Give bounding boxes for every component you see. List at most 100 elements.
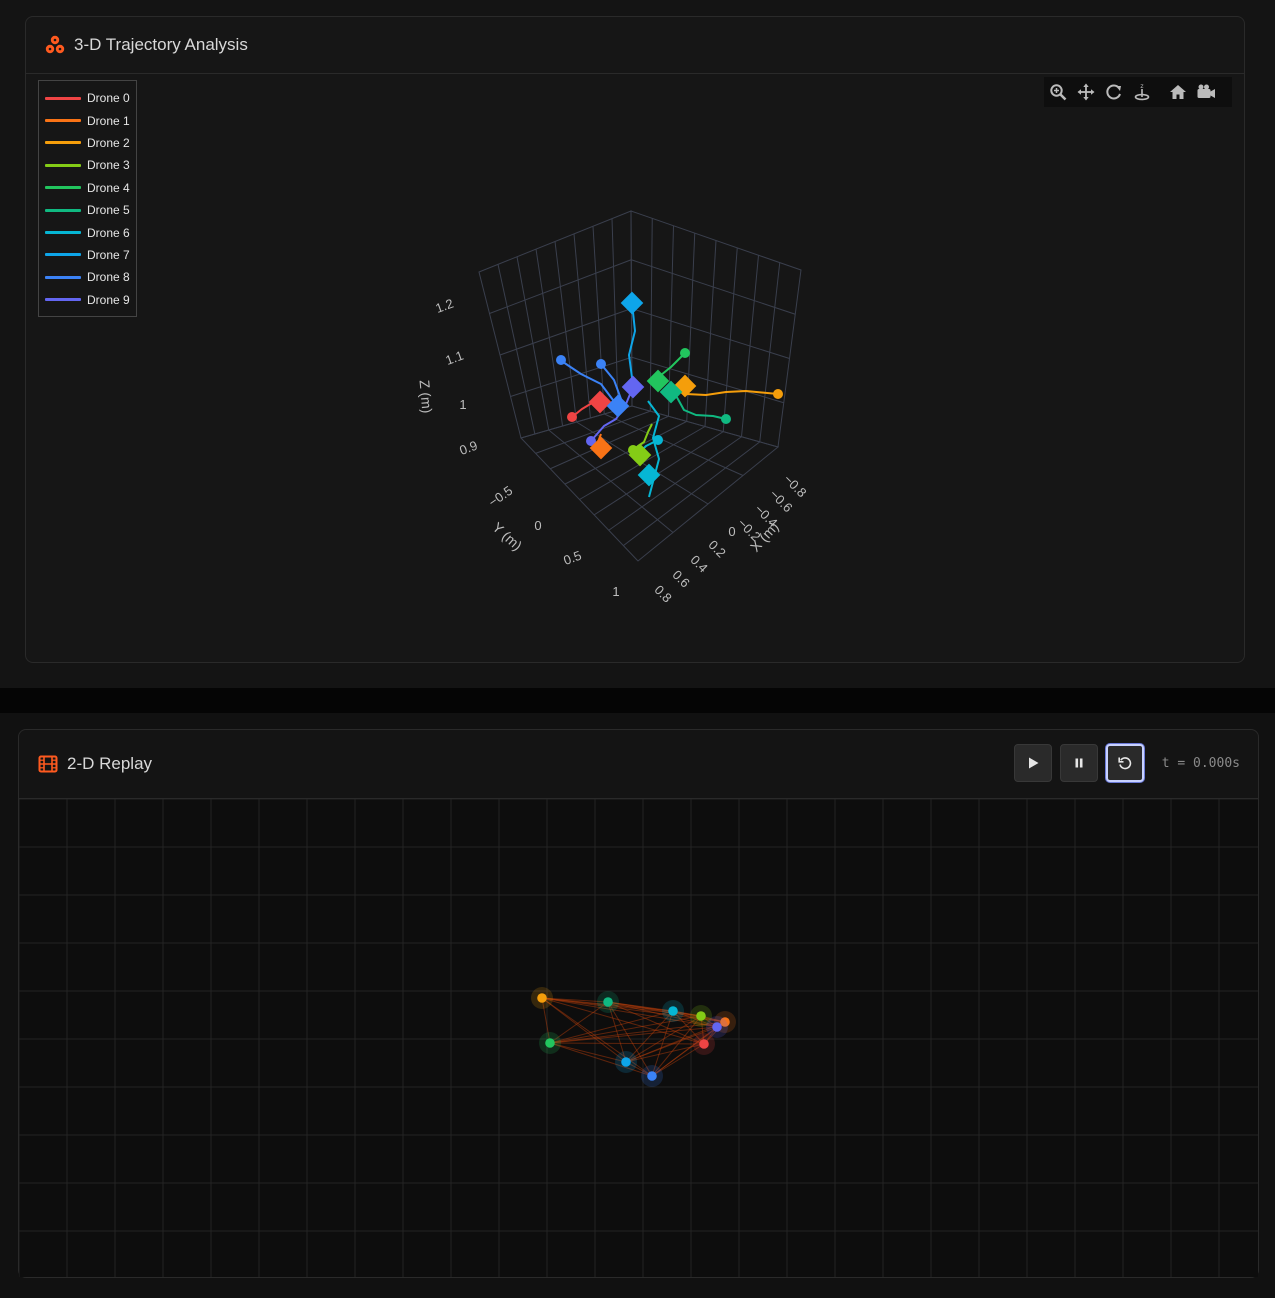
grid-line bbox=[499, 308, 632, 356]
legend-swatch bbox=[45, 163, 81, 167]
legend-label: Drone 2 bbox=[87, 135, 130, 150]
orbit-rotate-icon[interactable] bbox=[1100, 78, 1128, 106]
legend-swatch bbox=[45, 231, 81, 235]
drone-dot bbox=[668, 1006, 678, 1016]
x-tick-label: 0.4 bbox=[687, 552, 710, 575]
z-axis-title: Z (m) bbox=[417, 379, 436, 414]
pause-icon bbox=[1075, 758, 1083, 768]
trajectory-line bbox=[685, 390, 779, 396]
drone-dot bbox=[537, 993, 547, 1003]
trajectory-start-marker bbox=[606, 394, 630, 418]
plot-3d-area[interactable]: Z (m) Y (m) X (m) 1.2 1.1 1 0.9 −0.5 0 0… bbox=[26, 74, 1244, 662]
drone-dot bbox=[647, 1071, 657, 1081]
trajectory-end-point bbox=[567, 412, 577, 422]
legend-label: Drone 7 bbox=[87, 247, 130, 262]
y-tick-label: −0.5 bbox=[486, 483, 516, 510]
play-icon bbox=[1028, 757, 1039, 769]
legend-item[interactable]: Drone 6 bbox=[39, 221, 136, 243]
legend-label: Drone 0 bbox=[87, 91, 130, 106]
replay-controls: t = 0.000s bbox=[1006, 744, 1240, 782]
legend-swatch bbox=[45, 298, 81, 302]
grid-line bbox=[564, 420, 687, 485]
legend-item[interactable]: Drone 8 bbox=[39, 266, 136, 288]
grid-line bbox=[631, 259, 796, 315]
legend-swatch bbox=[45, 208, 81, 212]
legend-swatch bbox=[45, 275, 81, 279]
x-tick-label: 0 bbox=[728, 524, 735, 539]
drone-cluster-icon bbox=[44, 34, 66, 56]
legend-label: Drone 5 bbox=[87, 203, 130, 218]
legend-swatch bbox=[45, 186, 81, 190]
legend: Drone 0 Drone 1 Drone 2 Drone 3 Drone 4 … bbox=[38, 80, 137, 317]
drone-dot bbox=[603, 997, 613, 1007]
trajectory-3d-title: 3-D Trajectory Analysis bbox=[74, 35, 248, 54]
x-tick-label: 0.6 bbox=[669, 567, 692, 590]
replay-2d-panel: 2-D Replay t = 0.000s bbox=[18, 729, 1259, 1278]
y-axis-title: Y (m) bbox=[489, 519, 525, 554]
grid-line bbox=[489, 259, 632, 314]
y-tick-label: 1 bbox=[612, 584, 619, 599]
legend-item[interactable]: Drone 5 bbox=[39, 199, 136, 221]
legend-item[interactable]: Drone 9 bbox=[39, 289, 136, 311]
legend-item[interactable]: Drone 2 bbox=[39, 132, 136, 154]
legend-item[interactable]: Drone 4 bbox=[39, 177, 136, 199]
replay-2d-header: 2-D Replay t = 0.000s bbox=[19, 730, 1258, 799]
reset-camera-home-icon[interactable] bbox=[1164, 78, 1192, 106]
z-tick-label: 1 bbox=[459, 397, 466, 412]
drone-dot bbox=[696, 1011, 706, 1021]
replay-2d-title: 2-D Replay bbox=[67, 754, 153, 773]
drone-dot bbox=[712, 1022, 722, 1032]
trajectory-3d-panel: 3-D Trajectory Analysis Z (m) Y (m) X (m… bbox=[25, 16, 1245, 663]
grid-line bbox=[631, 308, 790, 359]
z-tick-label: 1.2 bbox=[433, 296, 455, 316]
legend-label: Drone 4 bbox=[87, 180, 130, 195]
legend-swatch bbox=[45, 141, 81, 145]
pause-button[interactable] bbox=[1059, 744, 1098, 782]
trajectory-start-marker bbox=[621, 375, 645, 399]
legend-item[interactable]: Drone 7 bbox=[39, 244, 136, 266]
trajectory-end-point bbox=[596, 359, 606, 369]
plot-3d-canvas[interactable]: Z (m) Y (m) X (m) 1.2 1.1 1 0.9 −0.5 0 0… bbox=[26, 74, 1244, 662]
trajectory-line bbox=[673, 391, 727, 420]
trajectory-line bbox=[559, 359, 617, 405]
trajectory-end-point bbox=[653, 435, 663, 445]
x-tick-label: 0.2 bbox=[705, 537, 728, 560]
legend-label: Drone 9 bbox=[87, 292, 130, 307]
drone-dot bbox=[699, 1039, 709, 1049]
trajectory-end-point bbox=[680, 348, 690, 358]
legend-swatch bbox=[45, 119, 81, 123]
drone-dot bbox=[545, 1038, 555, 1048]
legend-label: Drone 6 bbox=[87, 225, 130, 240]
legend-item[interactable]: Drone 0 bbox=[39, 87, 136, 109]
z-tick-label: 0.9 bbox=[457, 438, 479, 458]
reset-button[interactable] bbox=[1105, 744, 1144, 782]
x-tick-label: 0.8 bbox=[651, 582, 674, 605]
legend-swatch bbox=[45, 96, 81, 100]
y-tick-label: 0 bbox=[534, 518, 541, 533]
trajectory-3d-header: 3-D Trajectory Analysis bbox=[26, 17, 1244, 74]
section-divider bbox=[0, 688, 1275, 713]
legend-label: Drone 1 bbox=[87, 113, 130, 128]
turntable-rotate-icon[interactable]: z bbox=[1128, 78, 1156, 106]
replay-background bbox=[19, 799, 1258, 1277]
legend-label: Drone 8 bbox=[87, 270, 130, 285]
time-readout: t = 0.000s bbox=[1161, 755, 1240, 771]
legend-label: Drone 3 bbox=[87, 158, 130, 173]
play-button[interactable] bbox=[1013, 744, 1052, 782]
legend-item[interactable]: Drone 3 bbox=[39, 154, 136, 176]
replay-2d-canvas[interactable] bbox=[19, 799, 1258, 1277]
trajectory-end-point bbox=[721, 414, 731, 424]
grid-line bbox=[510, 356, 632, 397]
plot-modebar: z bbox=[1044, 77, 1232, 107]
pan-icon[interactable] bbox=[1072, 78, 1100, 106]
camera-snapshot-icon[interactable] bbox=[1192, 78, 1220, 106]
reset-icon bbox=[1118, 757, 1131, 770]
trajectory-end-point bbox=[556, 355, 566, 365]
svg-text:z: z bbox=[1140, 83, 1143, 90]
film-icon bbox=[37, 753, 59, 775]
z-tick-label: 1.1 bbox=[443, 348, 465, 368]
drone-dot bbox=[621, 1057, 631, 1067]
trajectory-end-point bbox=[773, 389, 783, 399]
legend-item[interactable]: Drone 1 bbox=[39, 109, 136, 131]
zoom-icon[interactable] bbox=[1044, 78, 1072, 106]
